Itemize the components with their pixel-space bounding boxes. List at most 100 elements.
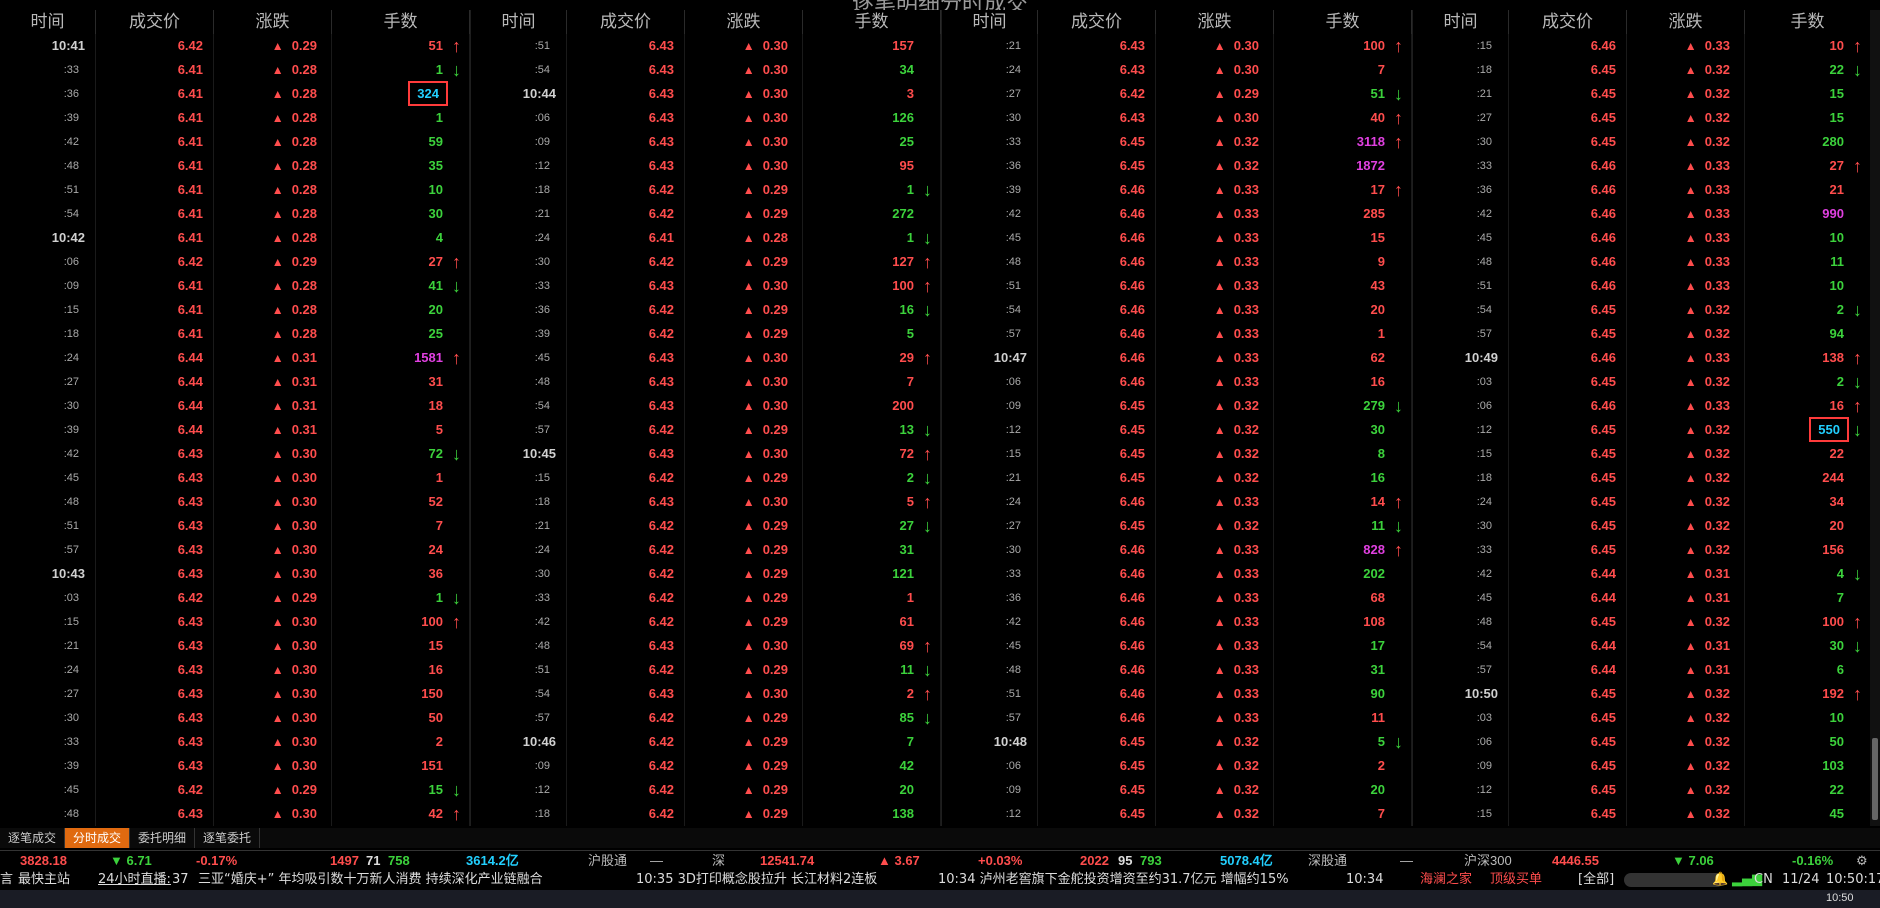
table-row[interactable]: :36 6.46 ▲ 0.33 68 bbox=[942, 586, 1412, 610]
table-row[interactable]: :33 6.42 ▲ 0.29 1 bbox=[471, 586, 941, 610]
table-row[interactable]: :39 6.42 ▲ 0.29 5 bbox=[471, 322, 941, 346]
table-row[interactable]: :12 6.45 ▲ 0.32 30 bbox=[942, 418, 1412, 442]
table-row[interactable]: :45 6.46 ▲ 0.33 15 bbox=[942, 226, 1412, 250]
table-row[interactable]: :51 6.46 ▲ 0.33 43 bbox=[942, 274, 1412, 298]
table-row[interactable]: 10:44 6.43 ▲ 0.30 3 bbox=[471, 82, 941, 106]
table-row[interactable]: :27 6.44 ▲ 0.31 31 bbox=[0, 370, 470, 394]
table-row[interactable]: 10:42 6.41 ▲ 0.28 4 bbox=[0, 226, 470, 250]
header-change[interactable]: 涨跌 bbox=[685, 10, 803, 34]
table-row[interactable]: 10:41 6.42 ▲ 0.29 51 ↑ bbox=[0, 34, 470, 58]
table-row[interactable]: :51 6.42 ▲ 0.29 11 ↓ bbox=[471, 658, 941, 682]
table-row[interactable]: :27 6.43 ▲ 0.30 150 bbox=[0, 682, 470, 706]
table-row[interactable]: :39 6.46 ▲ 0.33 17 ↑ bbox=[942, 178, 1412, 202]
table-row[interactable]: :30 6.45 ▲ 0.32 280 bbox=[1413, 130, 1870, 154]
table-row[interactable]: :33 6.45 ▲ 0.32 156 bbox=[1413, 538, 1870, 562]
tab-tick-orders[interactable]: 逐笔委托 bbox=[195, 828, 261, 848]
table-row[interactable]: :51 6.46 ▲ 0.33 10 bbox=[1413, 274, 1870, 298]
news-filter[interactable]: [全部] bbox=[1578, 870, 1614, 890]
sgt-label[interactable]: 深股通 bbox=[1308, 851, 1347, 871]
news-item[interactable]: 10:34 泸州老窖旗下金舵投资增资至约31.7亿元 增幅约15% bbox=[938, 870, 1289, 890]
table-row[interactable]: :33 6.41 ▲ 0.28 1 ↓ bbox=[0, 58, 470, 82]
table-row[interactable]: :24 6.45 ▲ 0.32 34 bbox=[1413, 490, 1870, 514]
scrollbar-thumb[interactable] bbox=[1872, 738, 1878, 820]
table-row[interactable]: :18 6.45 ▲ 0.32 244 bbox=[1413, 466, 1870, 490]
table-row[interactable]: :30 6.46 ▲ 0.33 828 ↑ bbox=[942, 538, 1412, 562]
vertical-scrollbar[interactable] bbox=[1870, 10, 1880, 826]
table-row[interactable]: :54 6.44 ▲ 0.31 30 ↓ bbox=[1413, 634, 1870, 658]
header-volume[interactable]: 手数 bbox=[1274, 10, 1412, 34]
table-row[interactable]: :36 6.45 ▲ 0.32 1872 bbox=[942, 154, 1412, 178]
tab-order-detail[interactable]: 委托明细 bbox=[130, 828, 196, 848]
table-row[interactable]: :15 6.42 ▲ 0.29 2 ↓ bbox=[471, 466, 941, 490]
table-row[interactable]: :30 6.42 ▲ 0.29 127 ↑ bbox=[471, 250, 941, 274]
table-row[interactable]: :39 6.43 ▲ 0.30 151 bbox=[0, 754, 470, 778]
table-row[interactable]: :42 6.41 ▲ 0.28 59 bbox=[0, 130, 470, 154]
table-row[interactable]: :45 6.44 ▲ 0.31 7 bbox=[1413, 586, 1870, 610]
table-row[interactable]: :15 6.45 ▲ 0.32 22 bbox=[1413, 442, 1870, 466]
table-row[interactable]: :21 6.45 ▲ 0.32 16 bbox=[942, 466, 1412, 490]
table-row[interactable]: :21 6.42 ▲ 0.29 27 ↓ bbox=[471, 514, 941, 538]
table-row[interactable]: :42 6.46 ▲ 0.33 990 bbox=[1413, 202, 1870, 226]
table-row[interactable]: :57 6.45 ▲ 0.32 94 bbox=[1413, 322, 1870, 346]
table-row[interactable]: :24 6.43 ▲ 0.30 7 bbox=[942, 58, 1412, 82]
table-row[interactable]: :12 6.45 ▲ 0.32 550 ↓ bbox=[1413, 417, 1870, 442]
table-row[interactable]: :48 6.43 ▲ 0.30 42 ↑ bbox=[0, 802, 470, 826]
table-row[interactable]: :57 6.46 ▲ 0.33 11 bbox=[942, 706, 1412, 730]
table-row[interactable]: :24 6.46 ▲ 0.33 14 ↑ bbox=[942, 490, 1412, 514]
table-row[interactable]: :09 6.45 ▲ 0.32 279 ↓ bbox=[942, 394, 1412, 418]
tab-time-trades[interactable]: 分时成交 bbox=[65, 828, 131, 848]
table-row[interactable]: :27 6.42 ▲ 0.29 51 ↓ bbox=[942, 82, 1412, 106]
table-row[interactable]: :33 6.45 ▲ 0.32 3118 ↑ bbox=[942, 130, 1412, 154]
table-row[interactable]: :15 6.41 ▲ 0.28 20 bbox=[0, 298, 470, 322]
table-row[interactable]: :48 6.43 ▲ 0.30 52 bbox=[0, 490, 470, 514]
table-row[interactable]: :42 6.44 ▲ 0.31 4 ↓ bbox=[1413, 562, 1870, 586]
table-row[interactable]: :09 6.45 ▲ 0.32 20 bbox=[942, 778, 1412, 802]
live-label[interactable]: 24小时直播: bbox=[98, 870, 171, 890]
table-row[interactable]: :39 6.44 ▲ 0.31 5 bbox=[0, 418, 470, 442]
table-row[interactable]: :48 6.46 ▲ 0.33 9 bbox=[942, 250, 1412, 274]
table-row[interactable]: 10:43 6.43 ▲ 0.30 36 bbox=[0, 562, 470, 586]
header-volume[interactable]: 手数 bbox=[332, 10, 470, 34]
table-row[interactable]: :24 6.42 ▲ 0.29 31 bbox=[471, 538, 941, 562]
table-row[interactable]: :15 6.43 ▲ 0.30 100 ↑ bbox=[0, 610, 470, 634]
table-row[interactable]: :51 6.43 ▲ 0.30 7 bbox=[0, 514, 470, 538]
table-row[interactable]: :06 6.45 ▲ 0.32 2 bbox=[942, 754, 1412, 778]
header-volume[interactable]: 手数 bbox=[803, 10, 941, 34]
table-row[interactable]: :57 6.42 ▲ 0.29 13 ↓ bbox=[471, 418, 941, 442]
table-row[interactable]: :51 6.43 ▲ 0.30 157 bbox=[471, 34, 941, 58]
table-row[interactable]: :54 6.41 ▲ 0.28 30 bbox=[0, 202, 470, 226]
table-row[interactable]: :21 6.43 ▲ 0.30 100 ↑ bbox=[942, 34, 1412, 58]
table-row[interactable]: :30 6.42 ▲ 0.29 121 bbox=[471, 562, 941, 586]
table-row[interactable]: :36 6.46 ▲ 0.33 21 bbox=[1413, 178, 1870, 202]
table-row[interactable]: :06 6.43 ▲ 0.30 126 bbox=[471, 106, 941, 130]
table-row[interactable]: :30 6.43 ▲ 0.30 50 bbox=[0, 706, 470, 730]
settings-gear-icon[interactable]: ⚙ bbox=[1856, 851, 1868, 871]
table-row[interactable]: :54 6.43 ▲ 0.30 200 bbox=[471, 394, 941, 418]
quick-site-button[interactable]: 最快主站 bbox=[18, 870, 70, 890]
table-row[interactable]: :30 6.43 ▲ 0.30 40 ↑ bbox=[942, 106, 1412, 130]
table-row[interactable]: :06 6.46 ▲ 0.33 16 bbox=[942, 370, 1412, 394]
table-row[interactable]: :18 6.42 ▲ 0.29 138 bbox=[471, 802, 941, 826]
table-row[interactable]: :15 6.45 ▲ 0.32 8 bbox=[942, 442, 1412, 466]
table-row[interactable]: 10:50 6.45 ▲ 0.32 192 ↑ bbox=[1413, 682, 1870, 706]
table-row[interactable]: :36 6.41 ▲ 0.28 324 bbox=[0, 81, 470, 106]
table-row[interactable]: :57 6.46 ▲ 0.33 1 bbox=[942, 322, 1412, 346]
table-row[interactable]: 10:45 6.43 ▲ 0.30 72 ↑ bbox=[471, 442, 941, 466]
header-price[interactable]: 成交价 bbox=[567, 10, 685, 34]
table-row[interactable]: :51 6.41 ▲ 0.28 10 bbox=[0, 178, 470, 202]
table-row[interactable]: :12 6.43 ▲ 0.30 95 bbox=[471, 154, 941, 178]
bell-icon[interactable]: 🔔 bbox=[1712, 870, 1728, 890]
table-row[interactable]: :03 6.42 ▲ 0.29 1 ↓ bbox=[0, 586, 470, 610]
table-row[interactable]: :09 6.41 ▲ 0.28 41 ↓ bbox=[0, 274, 470, 298]
sh-index-value[interactable]: 3828.18 bbox=[20, 851, 67, 871]
table-row[interactable]: :57 6.42 ▲ 0.29 85 ↓ bbox=[471, 706, 941, 730]
header-price[interactable]: 成交价 bbox=[1509, 10, 1627, 34]
table-row[interactable]: :54 6.43 ▲ 0.30 34 bbox=[471, 58, 941, 82]
table-row[interactable]: :03 6.45 ▲ 0.32 2 ↓ bbox=[1413, 370, 1870, 394]
table-row[interactable]: :48 6.45 ▲ 0.32 100 ↑ bbox=[1413, 610, 1870, 634]
table-row[interactable]: :27 6.45 ▲ 0.32 11 ↓ bbox=[942, 514, 1412, 538]
table-row[interactable]: :30 6.45 ▲ 0.32 20 bbox=[1413, 514, 1870, 538]
table-row[interactable]: 10:49 6.46 ▲ 0.33 138 ↑ bbox=[1413, 346, 1870, 370]
table-row[interactable]: :06 6.42 ▲ 0.29 27 ↑ bbox=[0, 250, 470, 274]
table-row[interactable]: :27 6.45 ▲ 0.32 15 bbox=[1413, 106, 1870, 130]
